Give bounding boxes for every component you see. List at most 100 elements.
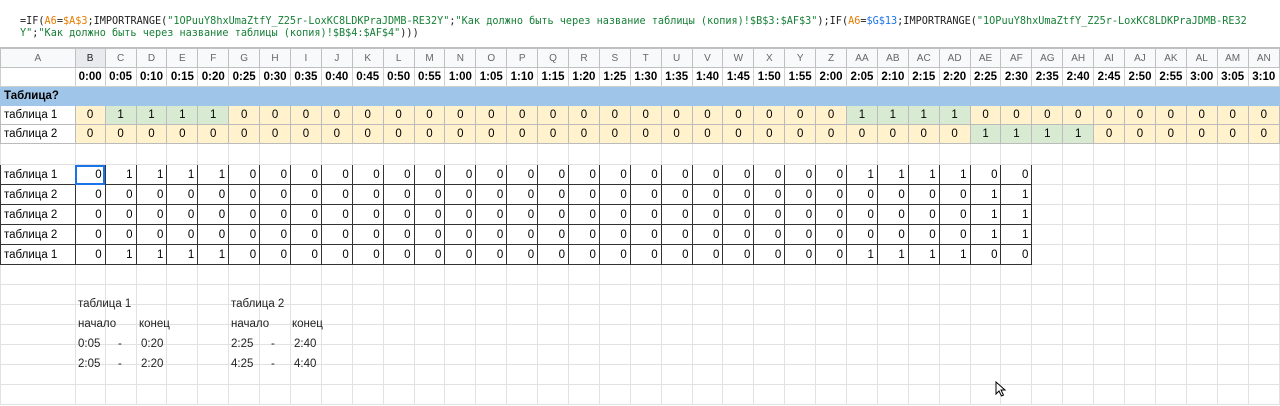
grid-cell[interactable]: 0 [1093, 124, 1126, 144]
grid-cell[interactable] [1062, 284, 1095, 305]
grid-cell[interactable]: 0 [444, 224, 477, 245]
grid-cell[interactable] [444, 324, 477, 345]
grid-cell[interactable] [1247, 304, 1280, 325]
section-cell[interactable] [289, 86, 322, 106]
grid-cell[interactable]: 0 [444, 124, 477, 144]
grid-cell[interactable] [753, 143, 786, 165]
grid-cell[interactable] [846, 384, 878, 405]
grid-cell[interactable] [228, 264, 261, 285]
grid-cell[interactable]: 1 [1031, 124, 1064, 144]
grid-cell[interactable]: 0 [598, 124, 631, 144]
grid-cell[interactable]: 0 [815, 224, 848, 245]
grid-cell[interactable]: 1 [969, 124, 1002, 144]
grid-cell[interactable] [1185, 204, 1218, 225]
grid-cell[interactable]: 0 [568, 204, 600, 225]
grid-cell[interactable]: 0 [568, 105, 600, 125]
column-header[interactable]: F [197, 48, 230, 68]
grid-cell[interactable] [228, 324, 261, 345]
time-header-cell[interactable]: 0:30 [259, 67, 291, 87]
grid-cell[interactable]: 0 [135, 184, 168, 205]
grid-cell[interactable] [1247, 184, 1280, 205]
grid-cell[interactable]: 0 [228, 204, 261, 225]
grid-cell[interactable]: 1 [876, 164, 909, 185]
grid-cell[interactable] [1062, 244, 1095, 265]
grid-cell[interactable] [969, 324, 1002, 345]
grid-cell[interactable] [1062, 264, 1095, 285]
grid-cell[interactable] [722, 364, 755, 385]
grid-cell[interactable] [289, 304, 322, 325]
grid-cell[interactable] [351, 264, 384, 285]
grid-cell[interactable] [1093, 384, 1126, 405]
grid-cell[interactable] [320, 364, 353, 385]
grid-cell[interactable] [506, 304, 539, 325]
grid-cell[interactable] [506, 264, 539, 285]
grid-cell[interactable]: 0 [907, 224, 940, 245]
column-header[interactable]: R [568, 48, 600, 68]
grid-cell[interactable] [0, 384, 76, 405]
grid-cell[interactable] [784, 304, 817, 325]
grid-cell[interactable] [1124, 184, 1156, 205]
grid-cell[interactable] [0, 264, 76, 285]
section-cell[interactable] [722, 86, 755, 106]
grid-cell[interactable] [104, 364, 137, 385]
grid-cell[interactable] [166, 384, 199, 405]
grid-cell[interactable] [629, 384, 662, 405]
grid-cell[interactable]: 0 [413, 124, 446, 144]
grid-cell[interactable] [876, 284, 909, 305]
column-header[interactable]: AA [846, 48, 878, 68]
grid-cell[interactable] [691, 364, 724, 385]
grid-cell[interactable] [907, 384, 940, 405]
grid-cell[interactable] [568, 364, 600, 385]
grid-cell[interactable]: 0 [598, 204, 631, 225]
grid-cell[interactable] [598, 344, 631, 365]
grid-cell[interactable] [1031, 244, 1064, 265]
grid-cell[interactable] [289, 364, 322, 385]
grid-cell[interactable]: 0 [382, 184, 415, 205]
grid-cell[interactable] [228, 304, 261, 325]
grid-cell[interactable] [629, 344, 662, 365]
grid-cell[interactable]: 0 [197, 184, 230, 205]
grid-cell[interactable] [1031, 184, 1064, 205]
grid-cell[interactable] [1216, 204, 1249, 225]
grid-cell[interactable] [228, 364, 261, 385]
grid-cell[interactable]: 1 [969, 204, 1002, 225]
grid-cell[interactable]: 1 [876, 105, 909, 125]
grid-cell[interactable] [475, 384, 508, 405]
grid-cell[interactable]: 0 [629, 184, 662, 205]
time-header-cell[interactable]: 1:20 [568, 67, 600, 87]
section-cell[interactable] [475, 86, 508, 106]
grid-cell[interactable]: 0 [537, 204, 569, 225]
grid-cell[interactable] [413, 304, 446, 325]
grid-cell[interactable]: 0 [846, 124, 878, 144]
grid-cell[interactable] [1093, 164, 1126, 185]
time-header-cell[interactable]: 0:20 [197, 67, 230, 87]
section-cell[interactable] [228, 86, 261, 106]
grid-cell[interactable] [1124, 344, 1156, 365]
grid-cell[interactable] [228, 284, 261, 305]
grid-cell[interactable] [166, 344, 199, 365]
grid-cell[interactable] [660, 143, 693, 165]
column-header[interactable]: AD [938, 48, 971, 68]
grid-cell[interactable]: 0 [784, 105, 817, 125]
grid-cell[interactable] [660, 324, 693, 345]
grid-cell[interactable] [722, 284, 755, 305]
grid-cell[interactable] [1154, 324, 1187, 345]
grid-cell[interactable]: 0 [382, 204, 415, 225]
grid-cell[interactable] [166, 284, 199, 305]
grid-cell[interactable]: 0 [1031, 105, 1064, 125]
grid-cell[interactable]: 0 [660, 244, 693, 265]
grid-cell[interactable]: 0 [444, 184, 477, 205]
grid-cell[interactable]: 0 [815, 164, 848, 185]
grid-cell[interactable] [537, 143, 569, 165]
grid-cell[interactable] [444, 364, 477, 385]
column-header[interactable]: Z [815, 48, 848, 68]
column-header[interactable]: AC [907, 48, 940, 68]
grid-cell[interactable] [197, 143, 230, 165]
grid-cell[interactable]: 0 [475, 164, 508, 185]
grid-cell[interactable]: 0 [413, 105, 446, 125]
grid-cell[interactable] [1185, 244, 1218, 265]
grid-cell[interactable] [722, 264, 755, 285]
time-header-cell[interactable]: 1:35 [660, 67, 693, 87]
section-cell[interactable] [938, 86, 971, 106]
grid-cell[interactable] [629, 264, 662, 285]
